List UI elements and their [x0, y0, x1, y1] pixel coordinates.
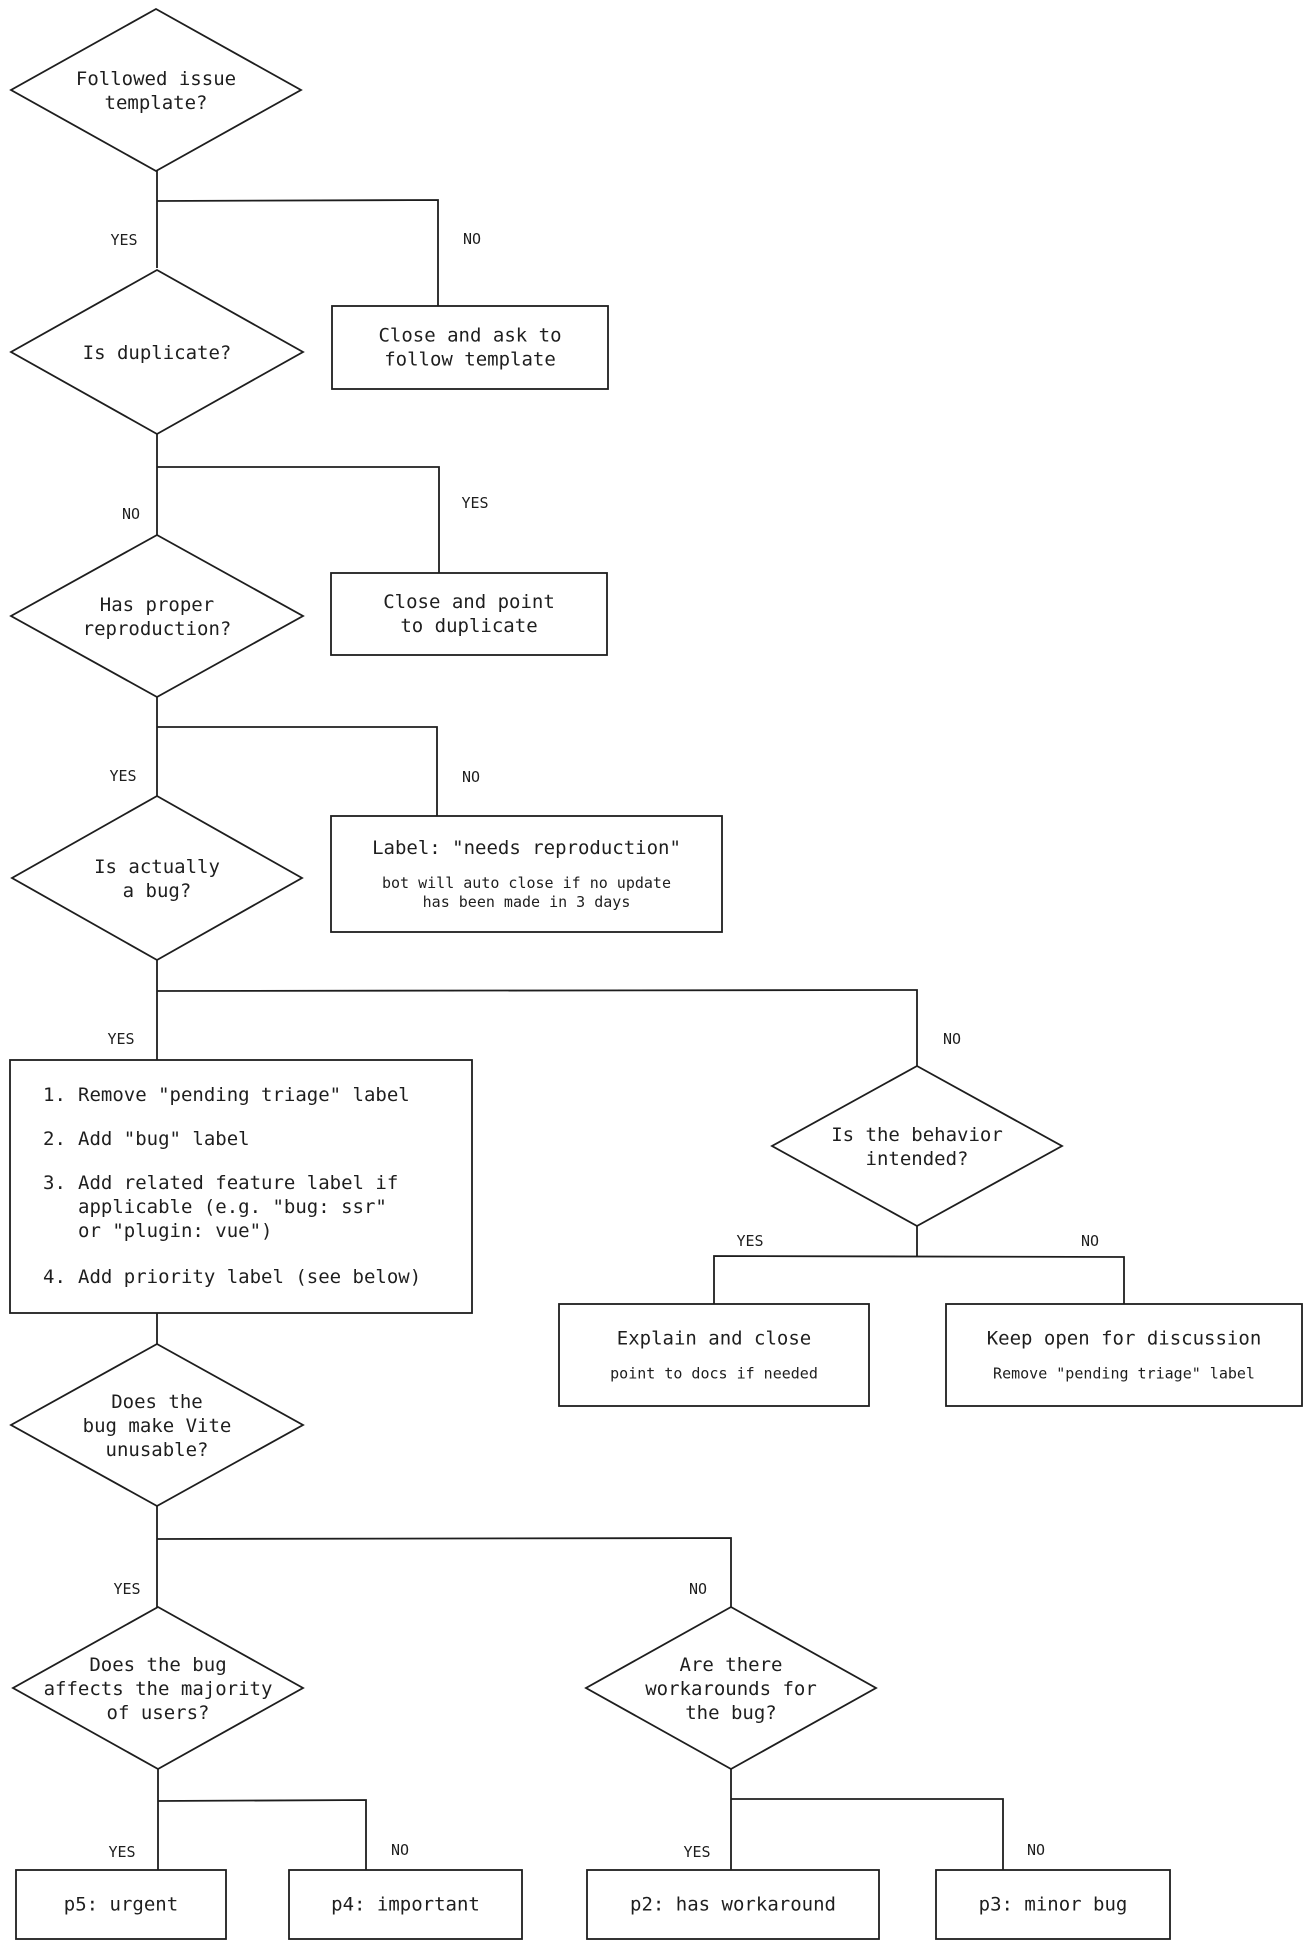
action-box [331, 305, 609, 390]
decision-text: Does the [111, 1391, 203, 1413]
decision-text: affects the majority [44, 1678, 273, 1700]
action-title: p5: urgent [64, 1894, 178, 1916]
edge-label-no: NO [462, 768, 480, 786]
decision-followed-template: Followed issuetemplate? [9, 7, 303, 173]
decision-text: Is duplicate? [83, 342, 232, 364]
step-number: 4. [43, 1266, 66, 1288]
decision-text: reproduction? [83, 618, 232, 640]
decision-behavior-intended: Is the behaviorintended? [770, 1064, 1064, 1228]
step-text: Add related feature label if [78, 1172, 398, 1194]
action-keep-open: Keep open for discussion Remove "pending … [945, 1303, 1303, 1407]
action-subtext: has been made in 3 days [423, 893, 631, 911]
action-p4: p4: important [288, 1869, 523, 1940]
action-close-duplicate: Close and pointto duplicate [330, 572, 608, 656]
decision-is-duplicate: Is duplicate? [9, 268, 305, 436]
decision-text: bug make Vite [83, 1415, 232, 1437]
edge-label-yes: YES [736, 1232, 763, 1250]
majority-no-link [157, 1799, 367, 1870]
nodes: Followed issuetemplate? Is duplicate? Has … [9, 7, 1303, 1940]
bug-steps-box: 1. Remove "pending triage" label 2. Add "bu… [9, 1059, 473, 1314]
action-subtext: bot will auto close if no update [382, 874, 671, 892]
edge-label-yes: YES [113, 1580, 140, 1598]
decision-diamond [9, 533, 305, 699]
decision-text: unusable? [106, 1439, 209, 1461]
action-title: Close and ask to [378, 325, 561, 347]
edge-label-yes: YES [108, 1843, 135, 1861]
edge-labels: YES NO NO YES YES NO YES NO YES NO YES NO YES NO YES NO [107, 230, 1099, 1861]
decision-text: a bug? [123, 880, 192, 902]
decision-affects-majority: Does the bugaffects the majorityof users… [11, 1605, 305, 1771]
step-item: 4. Add priority label (see below) [43, 1266, 421, 1288]
step-number: 3. [43, 1172, 66, 1194]
followed-no-link [156, 199, 439, 306]
edge-label-yes: YES [110, 231, 137, 249]
action-title: p3: minor bug [979, 1894, 1128, 1916]
step-number: 2. [43, 1128, 66, 1150]
decision-text: intended? [866, 1148, 969, 1170]
decision-diamond [9, 7, 303, 173]
connectors [156, 170, 1125, 1870]
decision-text: workarounds for [645, 1678, 817, 1700]
step-item: 1. Remove "pending triage" label [43, 1084, 410, 1106]
action-title: Keep open for discussion [987, 1328, 1262, 1350]
action-needs-reproduction: Label: "needs reproduction" bot will auto… [330, 815, 723, 933]
decision-vite-unusable: Does thebug make Viteunusable? [9, 1342, 305, 1508]
decision-text: Are there [680, 1654, 783, 1676]
repro-no-link [157, 726, 438, 816]
action-title: Close and point [383, 591, 555, 613]
decision-text: Is actually [94, 856, 220, 878]
step-number: 1. [43, 1084, 66, 1106]
action-title: Label: "needs reproduction" [372, 837, 681, 859]
decision-has-workarounds: Are thereworkarounds forthe bug? [584, 1605, 878, 1771]
action-p3: p3: minor bug [935, 1869, 1171, 1940]
step-text: Add "bug" label [78, 1128, 250, 1150]
decision-is-bug: Is actuallya bug? [10, 794, 304, 962]
intended-branch-link [713, 1255, 1125, 1304]
workaround-no-link [731, 1798, 1004, 1870]
duplicate-yes-link [157, 466, 440, 573]
decision-has-reproduction: Has properreproduction? [9, 533, 305, 699]
action-title: Explain and close [617, 1328, 811, 1350]
edge-label-no: NO [943, 1030, 961, 1048]
unusable-no-link [156, 1537, 732, 1607]
edge-label-yes: YES [109, 767, 136, 785]
edge-label-no: NO [122, 505, 140, 523]
action-box [558, 1303, 870, 1407]
action-subtext: point to docs if needed [610, 1365, 818, 1383]
step-text: Add priority label (see below) [78, 1266, 421, 1288]
edge-label-yes: YES [683, 1843, 710, 1861]
edge-label-no: NO [391, 1841, 409, 1859]
decision-diamond [10, 794, 304, 962]
step-text: Remove "pending triage" label [78, 1084, 410, 1106]
action-p2: p2: has workaround [586, 1869, 880, 1940]
action-box [945, 1303, 1303, 1407]
decision-diamond [770, 1064, 1064, 1228]
action-title: p4: important [331, 1894, 480, 1916]
edge-label-yes: YES [107, 1030, 134, 1048]
decision-text: Does the bug [89, 1654, 226, 1676]
bug-no-link [156, 989, 918, 1066]
edge-label-no: NO [1081, 1232, 1099, 1250]
decision-text: the bug? [685, 1702, 777, 1724]
step-text: applicable (e.g. "bug: ssr" [78, 1196, 387, 1218]
edge-label-no: NO [689, 1580, 707, 1598]
action-explain-close: Explain and close point to docs if needed [558, 1303, 870, 1407]
action-subtext: Remove "pending triage" label [993, 1365, 1255, 1383]
action-box [330, 572, 608, 656]
edge-label-no: NO [463, 230, 481, 248]
decision-text: Is the behavior [831, 1124, 1003, 1146]
step-text: or "plugin: vue") [78, 1220, 272, 1242]
action-close-follow-template: Close and ask tofollow template [331, 305, 609, 390]
action-title: follow template [384, 349, 556, 371]
decision-text: of users? [107, 1702, 210, 1724]
triage-flowchart: Followed issuetemplate? Is duplicate? Has … [9, 7, 1303, 1940]
action-title: p2: has workaround [630, 1894, 836, 1916]
decision-text: Has proper [100, 594, 214, 616]
decision-text: template? [105, 92, 208, 114]
edge-label-no: NO [1027, 1841, 1045, 1859]
decision-text: Followed issue [76, 68, 236, 90]
action-p5: p5: urgent [15, 1869, 227, 1940]
action-title: to duplicate [400, 615, 537, 637]
edge-label-yes: YES [461, 494, 488, 512]
